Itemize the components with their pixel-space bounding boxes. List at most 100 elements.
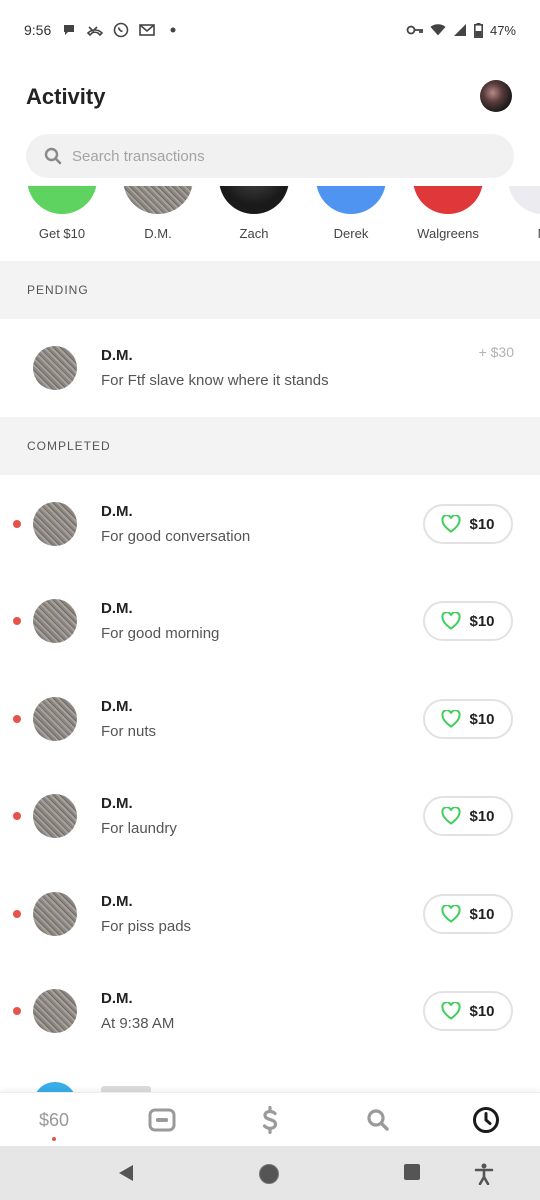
contact-zach[interactable]: Zach [206,186,302,241]
contact-name: Walgreens [417,226,479,241]
contact-name: M [495,226,540,241]
transaction-memo: At 9:38 AM [101,1015,175,1032]
battery-percent: 47% [489,22,516,38]
wifi-icon [430,22,446,38]
contact-dm[interactable]: D.M. [110,186,206,241]
contact-avatar [316,186,386,214]
whatsapp-icon [113,22,129,38]
status-time: 9:56 [24,22,52,38]
chat-bubble-icon [61,22,77,38]
transaction-memo: For Ftf slave know where it stands [101,372,329,389]
contact-avatar [508,186,540,214]
home-icon[interactable] [258,1163,280,1185]
search-icon [44,147,62,165]
contact-derek[interactable]: Derek [303,186,399,241]
back-icon[interactable] [116,1163,136,1183]
heart-icon [441,807,462,825]
dollar-icon [262,1106,278,1134]
bottom-nav: $60 [0,1092,540,1146]
table-row[interactable]: D.M. For good morning $10 [0,572,540,669]
transaction-name: D.M. [101,990,133,1007]
dot-icon [165,22,181,38]
contact-name: Derek [333,226,369,241]
like-amount-button[interactable]: $10 [423,796,513,836]
avatar [33,697,77,741]
amount-label: $10 [469,515,495,533]
search-tab[interactable] [324,1093,432,1147]
like-amount-button[interactable]: $10 [423,894,513,934]
like-amount-button[interactable]: $10 [423,504,513,544]
transaction-name: D.M. [101,600,133,617]
system-nav-bar [0,1146,540,1200]
table-row[interactable]: D.M. For piss pads $10 [0,865,540,962]
cell-signal-icon [452,22,468,38]
heart-icon [441,710,462,728]
avatar [33,794,77,838]
card-tab[interactable] [108,1093,216,1147]
avatar [33,989,77,1033]
contact-avatar [413,186,483,214]
contact-walgreens[interactable]: Walgreens [400,186,496,241]
accessibility-icon[interactable] [474,1163,494,1185]
amount-label: $10 [469,1002,495,1020]
status-bar: 9:56 47% [0,0,540,60]
card-icon [148,1108,176,1132]
amount-label: $10 [469,612,495,630]
like-amount-button[interactable]: $10 [423,991,513,1031]
gmail-icon [139,22,156,38]
heart-icon [441,905,462,923]
contact-get-10[interactable]: Get $10 [14,186,110,241]
transaction-memo: For good conversation [101,528,251,545]
battery-icon [474,22,484,38]
search-input[interactable] [72,147,492,165]
transaction-memo: For good morning [101,625,220,642]
contact-m[interactable]: M [495,186,540,241]
table-row[interactable]: D.M. For nuts $10 [0,670,540,767]
like-amount-button[interactable]: $10 [423,601,513,641]
heart-icon [441,1002,462,1020]
table-row[interactable]: D.M. For good conversation $10 [0,475,540,572]
profile-avatar[interactable] [480,80,512,112]
transaction-name: D.M. [101,503,133,520]
pending-header: PENDING [0,261,540,319]
unread-dot [13,520,21,528]
pending-transaction-row[interactable]: D.M. For Ftf slave know where it stands … [0,319,540,416]
unread-dot [13,1007,21,1015]
search-icon [367,1109,389,1131]
heart-icon [441,612,462,630]
amount-label: $10 [469,710,495,728]
vpn-key-icon [406,22,424,38]
contact-avatar [27,186,97,214]
table-row[interactable]: D.M. At 9:38 AM $10 [0,962,540,1059]
recent-contacts: Get $10 D.M. Zach Derek Walgreens M [0,186,540,256]
amount-label: $10 [469,807,495,825]
contact-name: D.M. [144,226,172,241]
search-bar[interactable] [26,134,514,178]
transaction-name: D.M. [101,347,133,364]
contact-name: Get $10 [38,226,86,241]
transaction-memo: For laundry [101,820,177,837]
amount-label: $10 [469,905,495,923]
like-amount-button[interactable]: $10 [423,699,513,739]
avatar [33,599,77,643]
contact-avatar [123,186,193,214]
contact-name: Zach [239,226,269,241]
unread-dot [13,910,21,918]
pay-tab[interactable] [216,1093,324,1147]
table-row[interactable]: D.M. For laundry $10 [0,767,540,864]
recents-icon[interactable] [403,1163,421,1181]
transaction-amount: + $30 [478,344,514,360]
balance-tab[interactable]: $60 [0,1093,108,1147]
page-title: Activity [26,84,106,109]
transaction-name: D.M. [101,795,133,812]
avatar [33,502,77,546]
transaction-memo: For nuts [101,723,157,740]
unread-dot [13,812,21,820]
avatar [33,346,77,390]
missed-call-icon [87,22,104,38]
balance-label: $60 [38,1109,70,1130]
activity-tab[interactable] [432,1093,540,1147]
unread-dot [13,617,21,625]
transaction-name: D.M. [101,698,133,715]
avatar [33,892,77,936]
